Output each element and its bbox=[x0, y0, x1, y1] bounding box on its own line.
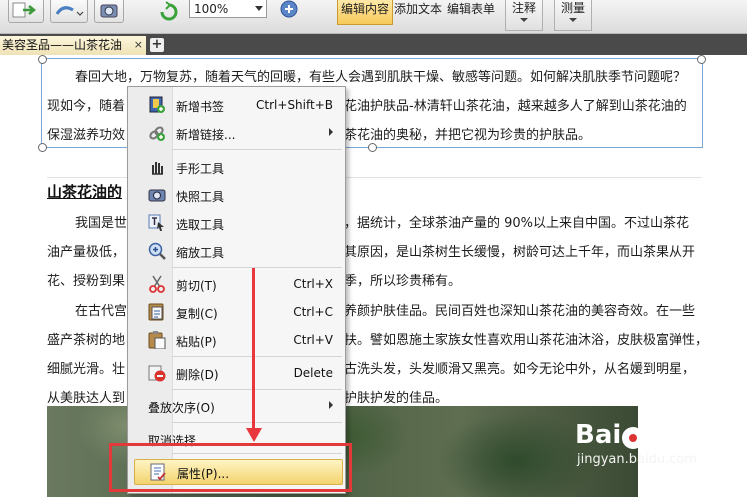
paragraph-line: 其原因，是山茶树生长缓慢，树龄可达上千年，而山茶果从开 bbox=[344, 245, 696, 260]
paragraph-line: 油产量极低， bbox=[47, 245, 126, 260]
comment-dropdown[interactable]: 注释 bbox=[505, 0, 543, 31]
menu-item-cut[interactable]: 剪切(T) Ctrl+X bbox=[128, 271, 345, 297]
paragraph-line: 盛产茶树的地 bbox=[47, 333, 126, 348]
undo-icon bbox=[55, 6, 84, 16]
tool-edit-form[interactable]: 编辑表单 bbox=[444, 0, 498, 24]
menu-item-add-link[interactable]: 新增链接... bbox=[128, 120, 345, 146]
resize-handle[interactable] bbox=[38, 143, 47, 152]
chevron-down-icon bbox=[255, 6, 263, 11]
forward-arrow-icon bbox=[12, 2, 37, 18]
undo-button[interactable] bbox=[50, 0, 88, 23]
annotation-arrow bbox=[252, 268, 255, 433]
menu-item-paste[interactable]: 粘贴(P) Ctrl+V bbox=[128, 327, 345, 353]
chevron-down-icon bbox=[569, 18, 577, 22]
zoom-tool-icon bbox=[148, 242, 166, 260]
link-add-icon bbox=[149, 126, 165, 141]
copy-icon bbox=[148, 303, 164, 321]
paragraph-line: 我国是世 bbox=[75, 216, 128, 231]
document-tab[interactable]: 美容圣品——山茶花油 × bbox=[0, 36, 146, 55]
paragraph-line: 茶花油的奥秘，并把它视为珍贵的护肤品。 bbox=[344, 128, 592, 143]
new-tab-button[interactable]: + bbox=[150, 38, 164, 52]
zoom-in-button[interactable] bbox=[276, 0, 302, 22]
menu-item-add-bookmark[interactable]: 新增书签 Ctrl+Shift+B bbox=[128, 92, 345, 118]
paw-icon bbox=[622, 426, 645, 449]
tool-add-text[interactable]: 添加文本 bbox=[391, 0, 445, 24]
menu-separator bbox=[172, 149, 342, 150]
hand-tool-icon bbox=[152, 162, 163, 175]
paragraph-line: 从美肤达人到 bbox=[47, 391, 126, 406]
menu-item-delete[interactable]: 删除(D) Delete bbox=[128, 360, 345, 386]
paragraph-line: 季，所以珍贵稀有。 bbox=[344, 274, 462, 289]
paragraph-line: 现如今，随着 bbox=[47, 99, 126, 114]
camera-icon bbox=[100, 4, 118, 18]
paragraph-line: 春回大地，万物复苏，随着天气的回暖，有些人会遇到肌肤干燥、敏感等问题。如何解决肌… bbox=[75, 70, 687, 85]
forward-button[interactable] bbox=[8, 0, 44, 23]
paragraph-line: 花、授粉到果 bbox=[47, 274, 126, 289]
paragraph-line: 扶。譬如恩施土家族女性喜欢用山茶花油沐浴，皮肤极富弹性， bbox=[344, 333, 709, 348]
paragraph-line: ，据统计，全球茶油产量的 90%以上来自中国。不过山茶花 bbox=[344, 216, 690, 231]
menu-separator bbox=[172, 356, 342, 357]
menu-separator bbox=[172, 422, 342, 423]
measure-dropdown[interactable]: 测量 bbox=[554, 0, 592, 31]
paragraph-line: 细腻光滑。壮 bbox=[47, 362, 126, 377]
menu-item-snapshot[interactable]: 快照工具 bbox=[128, 182, 345, 208]
paragraph-line: 花油护肤品-林清轩山茶花油，越来越多人了解到山茶花油的 bbox=[344, 99, 687, 114]
context-menu: 新增书签 Ctrl+Shift+B 新增链接... 手形工具 快照工具 选取工具… bbox=[127, 86, 346, 494]
menu-item-stacking-order[interactable]: 叠放次序(O) bbox=[128, 393, 345, 419]
paragraph-line: 古洗头发，头发顺滑又黑亮。如今无论中外，从名媛到明星， bbox=[344, 362, 696, 377]
menu-item-hand-tool[interactable]: 手形工具 bbox=[128, 154, 345, 180]
zoom-in-icon bbox=[280, 0, 298, 18]
watermark-url: jingyan.baidu.com bbox=[577, 452, 697, 467]
zoom-select[interactable]: 100% bbox=[189, 0, 267, 18]
paragraph-line: 护肤护发的佳品。 bbox=[344, 391, 449, 406]
measure-label: 测量 bbox=[560, 1, 585, 15]
bookmark-add-icon bbox=[149, 96, 165, 113]
select-tool-icon bbox=[148, 214, 164, 231]
paragraph-line: 保湿滋养功效 bbox=[47, 128, 126, 143]
comment-label: 注释 bbox=[511, 1, 536, 15]
watermark-logo-right: 百科 bbox=[645, 424, 690, 449]
menu-item-zoom-tool[interactable]: 缩放工具 bbox=[128, 238, 345, 264]
section-heading: 山茶花油的 bbox=[47, 183, 123, 201]
scissors-icon bbox=[149, 275, 165, 293]
menu-item-copy[interactable]: 复制(C) Ctrl+C bbox=[128, 299, 345, 325]
rotate-icon bbox=[160, 1, 178, 21]
document-tab-label: 美容圣品——山茶花油 bbox=[2, 38, 123, 52]
toolbar: 100% 编辑内容 添加文本 编辑表单 注释 测量 bbox=[0, 0, 747, 34]
zoom-value: 100% bbox=[194, 2, 229, 16]
paragraph-line: 在古代宫 bbox=[75, 304, 128, 319]
menu-separator bbox=[172, 267, 342, 268]
annotation-arrow-head bbox=[246, 428, 262, 442]
close-icon[interactable]: × bbox=[134, 36, 143, 54]
menu-item-select-tool[interactable]: 选取工具 bbox=[128, 210, 345, 236]
baidu-watermark: Bai 百科 jingyan.baidu.com bbox=[575, 418, 697, 467]
resize-handle[interactable] bbox=[368, 143, 377, 152]
paste-icon bbox=[148, 331, 166, 349]
paragraph-line: 养颜护肤佳品。民间百姓也深知山茶花油的美容奇效。在一些 bbox=[344, 304, 696, 319]
rotate-button[interactable] bbox=[156, 0, 182, 22]
snapshot-button[interactable] bbox=[94, 0, 124, 23]
submenu-arrow-icon bbox=[329, 401, 333, 409]
delete-icon bbox=[148, 365, 166, 382]
resize-handle[interactable] bbox=[38, 55, 47, 64]
resize-handle[interactable] bbox=[697, 55, 706, 64]
chevron-down-icon bbox=[520, 18, 528, 22]
menu-separator bbox=[172, 389, 342, 390]
tab-bar: 美容圣品——山茶花油 × + bbox=[0, 34, 747, 55]
submenu-arrow-icon bbox=[329, 128, 333, 136]
watermark-logo-left: Bai bbox=[575, 420, 622, 450]
tool-edit-content[interactable]: 编辑内容 bbox=[337, 0, 394, 25]
camera-icon bbox=[148, 189, 166, 202]
annotation-highlight-box bbox=[109, 443, 352, 492]
